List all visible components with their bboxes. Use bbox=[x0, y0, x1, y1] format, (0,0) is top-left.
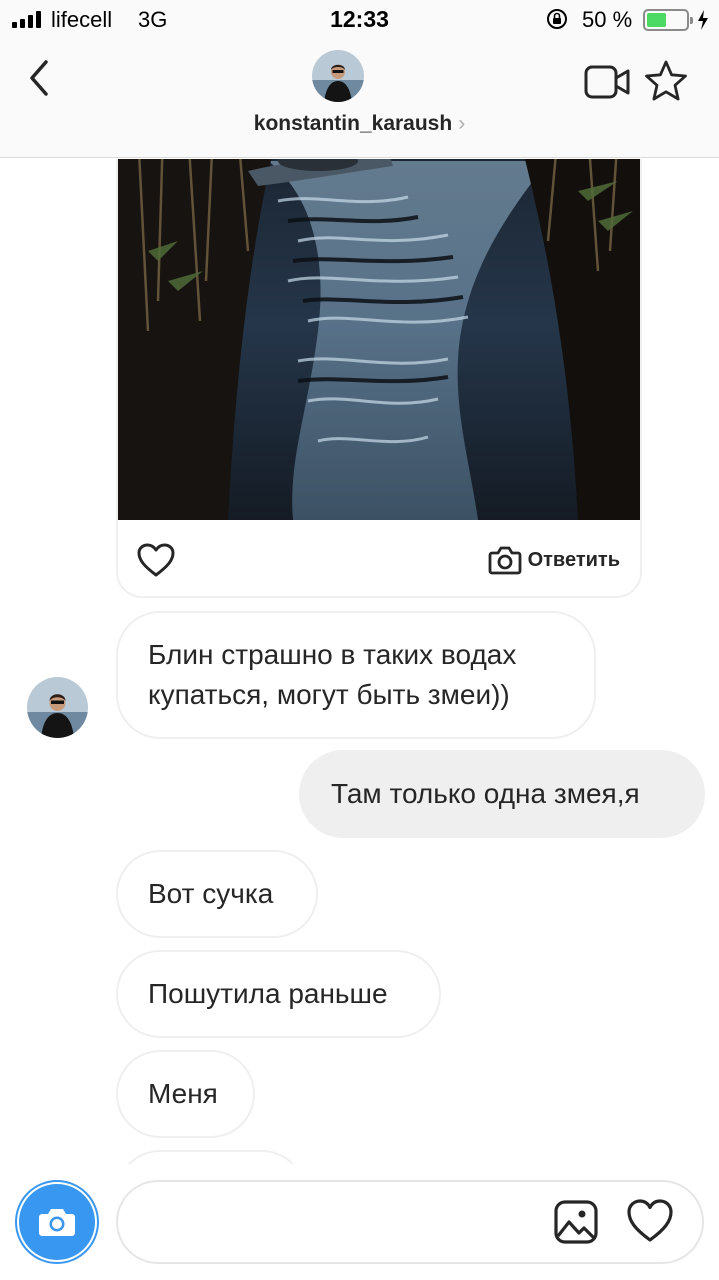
status-bar: lifecell 3G 12:33 50 % bbox=[0, 0, 719, 40]
reply-label: Ответить bbox=[527, 548, 620, 571]
direct-message-screen: lifecell 3G 12:33 50 % konstantin_karaus… bbox=[0, 0, 719, 1280]
avatar[interactable] bbox=[27, 677, 88, 738]
message-text: купаться, могут быть змеи)) bbox=[148, 679, 510, 710]
camera-icon bbox=[488, 546, 521, 575]
heart-icon[interactable] bbox=[626, 1198, 674, 1244]
message-text: Там только одна змея,я bbox=[331, 778, 640, 809]
message-bubble[interactable]: Меня bbox=[116, 1050, 255, 1138]
username: konstantin_karaush bbox=[253, 112, 453, 135]
message-text: Пошутила раньше bbox=[148, 978, 388, 1009]
image-icon[interactable] bbox=[552, 1198, 600, 1246]
star-icon[interactable] bbox=[643, 58, 689, 104]
shared-story-card[interactable]: Ответить bbox=[116, 159, 642, 598]
charging-bolt-icon bbox=[698, 10, 708, 30]
rotation-lock-icon bbox=[547, 9, 567, 29]
message-text: Меня bbox=[148, 1078, 218, 1109]
battery-percent: 50 % bbox=[582, 7, 633, 32]
message-text: Вот сучка bbox=[148, 878, 274, 909]
chevron-left-icon[interactable] bbox=[22, 56, 56, 100]
message-bubble-partial[interactable] bbox=[116, 1150, 306, 1164]
story-photo[interactable] bbox=[118, 159, 640, 520]
chevron-right-icon: › bbox=[458, 112, 466, 135]
conversation-header: konstantin_karaush › bbox=[0, 40, 719, 158]
message-thread[interactable]: Ответить Блин страшно в таких водах купа… bbox=[0, 159, 719, 1164]
message-bubble[interactable]: Вот сучка bbox=[116, 850, 318, 938]
video-camera-icon[interactable] bbox=[583, 62, 631, 102]
username-link[interactable]: konstantin_karaush › bbox=[0, 112, 719, 136]
heart-icon[interactable] bbox=[136, 542, 176, 578]
reply-button[interactable]: Ответить bbox=[488, 542, 620, 578]
message-text: Блин страшно в таких водах bbox=[148, 639, 517, 670]
message-input[interactable] bbox=[146, 1202, 546, 1242]
message-bubble[interactable]: Там только одна змея,я bbox=[299, 750, 705, 838]
message-input-box[interactable] bbox=[116, 1180, 704, 1264]
camera-button-fill bbox=[19, 1184, 95, 1260]
battery-icon bbox=[643, 9, 693, 31]
avatar[interactable] bbox=[312, 50, 364, 102]
camera-button[interactable] bbox=[15, 1180, 99, 1264]
message-composer bbox=[0, 1164, 719, 1280]
message-bubble[interactable]: Блин страшно в таких водах купаться, мог… bbox=[116, 611, 596, 739]
message-bubble[interactable]: Пошутила раньше bbox=[116, 950, 441, 1038]
camera-icon bbox=[39, 1209, 75, 1236]
story-actions: Ответить bbox=[118, 520, 640, 596]
